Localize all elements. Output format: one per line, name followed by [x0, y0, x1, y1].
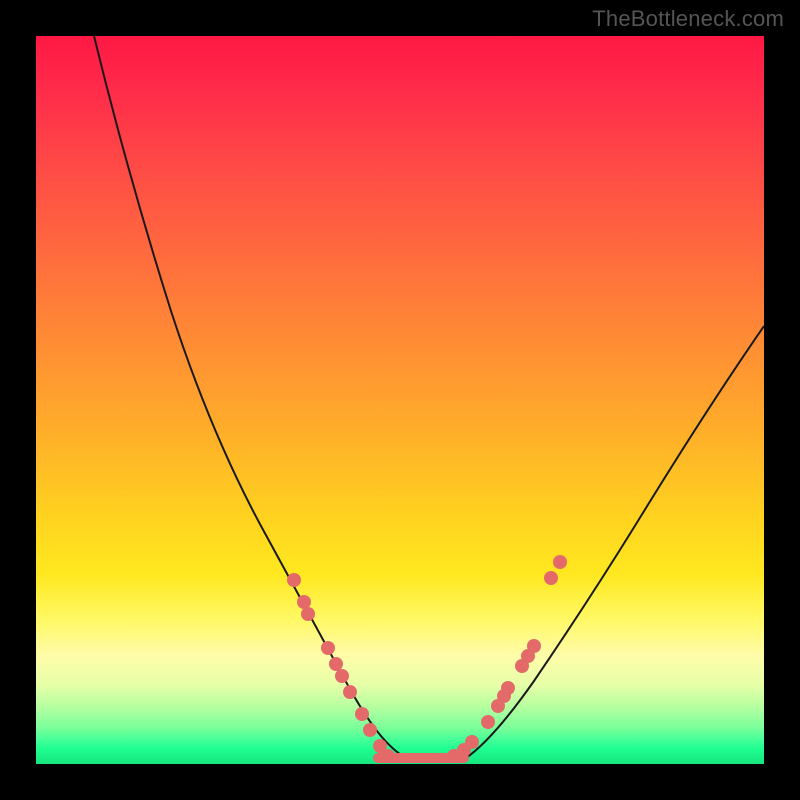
- dot: [335, 669, 349, 683]
- outer-frame: TheBottleneck.com: [0, 0, 800, 800]
- dot: [527, 639, 541, 653]
- dot: [301, 607, 315, 621]
- dot: [544, 571, 558, 585]
- dot: [553, 555, 567, 569]
- dots-group: [287, 555, 567, 763]
- dot: [297, 595, 311, 609]
- plot-area: [36, 36, 764, 764]
- dot: [481, 715, 495, 729]
- dot: [329, 657, 343, 671]
- dot: [363, 723, 377, 737]
- dot: [355, 707, 369, 721]
- dot: [501, 681, 515, 695]
- left-curve: [94, 36, 406, 758]
- dot: [321, 641, 335, 655]
- dot: [465, 735, 479, 749]
- dot: [343, 685, 357, 699]
- watermark-text: TheBottleneck.com: [592, 6, 784, 32]
- dot: [287, 573, 301, 587]
- chart-svg: [36, 36, 764, 764]
- dot: [381, 749, 395, 763]
